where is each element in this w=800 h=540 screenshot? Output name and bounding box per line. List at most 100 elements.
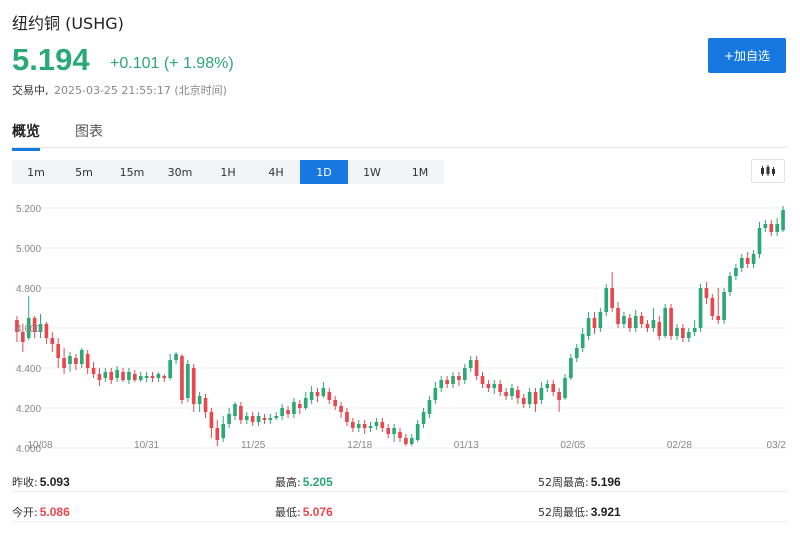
candle (657, 316, 662, 340)
candle (103, 368, 108, 382)
range-1w-button[interactable]: 1W (348, 160, 396, 184)
range-5m-button[interactable]: 5m (60, 160, 108, 184)
candle (292, 398, 296, 418)
candle (132, 370, 137, 382)
range-1mo-button[interactable]: 1M (396, 160, 444, 184)
candle (274, 412, 279, 420)
candle (686, 328, 691, 342)
candle (427, 396, 432, 418)
candle (492, 380, 497, 394)
candle (362, 420, 367, 434)
candle (327, 388, 332, 404)
candle (227, 408, 231, 428)
candle (209, 408, 214, 438)
candle (162, 374, 167, 382)
candle (757, 222, 762, 258)
x-tick-label: 02/05 (560, 440, 585, 451)
candle (239, 402, 243, 424)
candle (781, 206, 785, 232)
add-watchlist-button[interactable]: +加自选 (708, 38, 786, 73)
x-tick-label: 01/13 (454, 440, 479, 451)
candle (628, 314, 632, 332)
candle (421, 408, 426, 428)
candle (150, 372, 155, 382)
quote-timestamp: 2025-03-25 21:55:17 (北京时间) (54, 84, 227, 97)
candle (433, 382, 438, 404)
candle (180, 354, 184, 404)
candle (215, 420, 220, 446)
candle (639, 312, 644, 328)
candle (174, 352, 178, 364)
candle (409, 434, 414, 446)
candle (50, 332, 55, 352)
candle (474, 356, 479, 380)
candle (56, 338, 61, 368)
candle (633, 310, 638, 332)
candle (675, 324, 679, 340)
stat-52w-high: 52周最高: 5.196 (538, 474, 621, 490)
stat-value: 5.196 (590, 475, 621, 489)
candle (545, 380, 550, 392)
candle (221, 416, 226, 442)
candle (569, 354, 573, 380)
y-tick-label: 4.600 (16, 324, 41, 335)
candle (516, 386, 520, 404)
candle (592, 312, 597, 334)
chart-type-button[interactable] (751, 159, 785, 183)
candle (398, 428, 402, 442)
stat-label: 最高: (275, 476, 301, 489)
candle (203, 394, 208, 418)
range-15m-button[interactable]: 15m (108, 160, 156, 184)
candle (498, 380, 503, 396)
candle (751, 250, 756, 268)
candle (321, 382, 326, 398)
candle (244, 412, 249, 424)
candle (97, 368, 102, 386)
candle (138, 372, 143, 382)
candle (728, 272, 732, 296)
candle (722, 288, 726, 324)
candle (351, 418, 355, 432)
candle (769, 220, 774, 236)
candle (233, 402, 237, 420)
candle (392, 424, 396, 442)
last-price: 5.194 (12, 42, 90, 77)
range-1h-button[interactable]: 1H (204, 160, 252, 184)
stat-label: 今开: (12, 506, 38, 519)
stat-high: 最高: 5.205 (275, 474, 333, 490)
stats-row-1: 昨收: 5.093 最高: 5.205 52周最高: 5.196 (12, 470, 788, 492)
candle (415, 420, 420, 442)
candle (250, 412, 255, 426)
candle (451, 372, 455, 388)
trade-status: 交易中, 2025-03-25 21:55:17 (北京时间) (12, 82, 227, 98)
candle (315, 388, 320, 402)
stat-value: 5.076 (302, 505, 333, 519)
instrument-title: 纽约铜 (USHG) (12, 14, 124, 33)
range-30m-button[interactable]: 30m (156, 160, 204, 184)
candle (156, 372, 161, 382)
candle (297, 400, 302, 414)
candle (68, 352, 72, 372)
candle (374, 418, 379, 430)
candle (144, 372, 149, 382)
tab-overview[interactable]: 概览 (12, 121, 40, 151)
candle (645, 320, 650, 332)
candle (580, 328, 585, 352)
range-1m-button[interactable]: 1m (12, 160, 60, 184)
candle (280, 404, 284, 420)
stat-open: 今开: 5.086 (12, 504, 70, 520)
x-tick-label: 12/18 (347, 440, 372, 451)
candle (574, 344, 579, 362)
x-tick-label: 03/2 (767, 440, 787, 451)
candles (15, 206, 785, 446)
candle (79, 348, 84, 368)
range-4h-button[interactable]: 4H (252, 160, 300, 184)
range-1d-button[interactable]: 1D (300, 160, 348, 184)
trade-state-label: 交易中, (12, 84, 49, 97)
tab-chart[interactable]: 图表 (75, 121, 103, 141)
stat-low: 最低: 5.076 (275, 504, 333, 520)
candle (91, 362, 96, 378)
x-tick-label: 02/28 (667, 440, 692, 451)
candle (563, 374, 567, 400)
candle (586, 312, 591, 340)
